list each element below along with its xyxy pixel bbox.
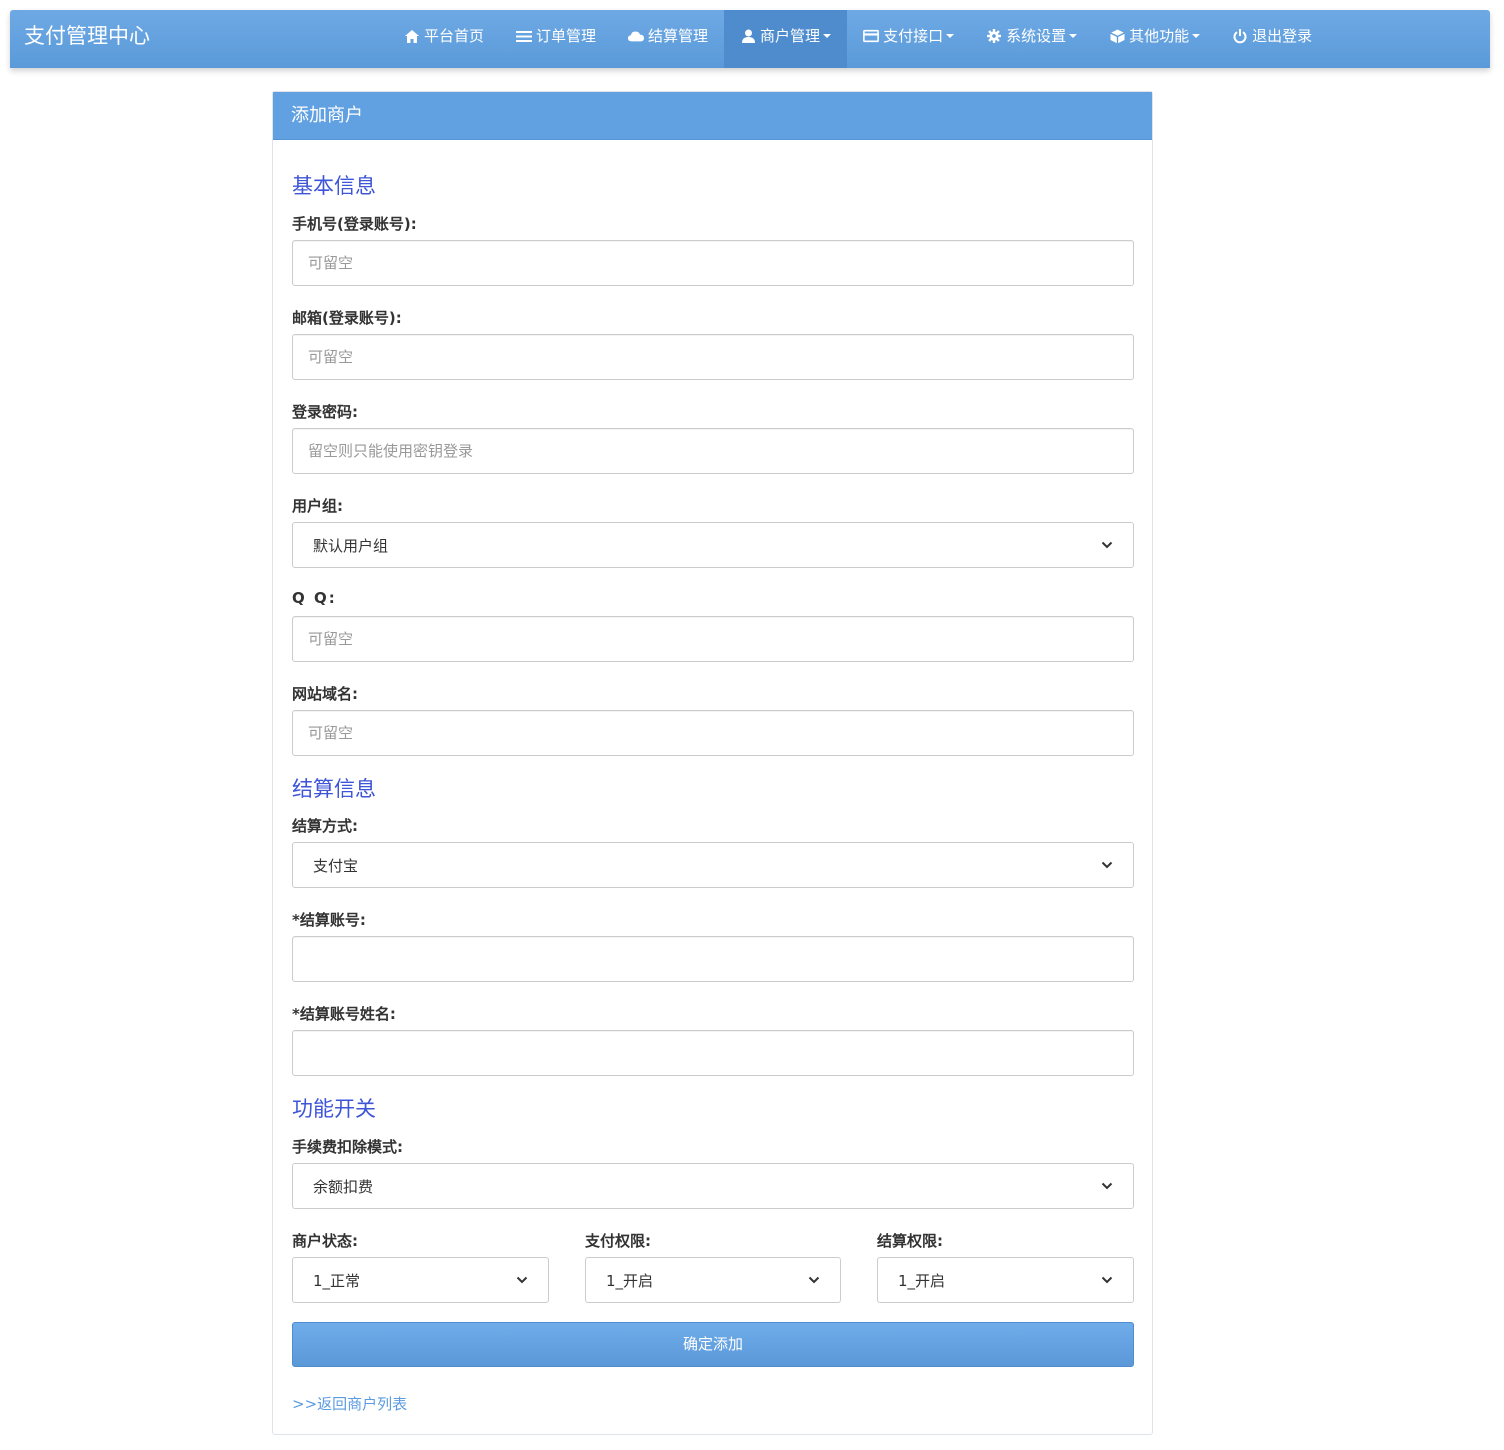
nav-item-merchants[interactable]: 商户管理 [724,10,848,68]
pay-permission-value: 1_开启 [606,1271,654,1290]
user-group-value: 默认用户组 [313,536,389,555]
cloud-icon [628,28,645,44]
fee-mode-select[interactable]: 余额扣费 [292,1163,1134,1209]
chevron-down-icon [1101,861,1113,869]
qq-input[interactable] [292,616,1134,662]
email-label: 邮箱(登录账号): [292,309,402,327]
chevron-down-icon [1101,1182,1113,1190]
box-icon [1109,28,1125,44]
nav-label: 其他功能 [1129,27,1190,45]
nav-item-payment-api[interactable]: 支付接口 [847,10,970,62]
group-label: 用户组: [292,497,343,515]
back-to-merchant-list-link[interactable]: >>返回商户列表 [292,1393,407,1414]
phone-input[interactable] [292,240,1134,286]
qq-label: Q Q: [292,589,337,607]
merchant-status-value: 1_正常 [313,1271,361,1290]
card-icon [863,28,879,44]
user-icon [740,28,756,44]
settle-permission-select[interactable]: 1_开启 [877,1257,1134,1303]
settle-account-label: *结算账号: [292,911,366,929]
home-icon [404,28,420,44]
nav-label: 退出登录 [1252,27,1313,45]
brand-title[interactable]: 支付管理中心 [24,10,150,62]
confirm-add-button[interactable]: 确定添加 [292,1322,1134,1367]
chevron-down-icon [1101,1276,1113,1284]
section-title-features: 功能开关 [292,1097,376,1121]
list-icon [516,28,533,44]
power-icon [1232,28,1248,44]
panel-title: 添加商户 [273,92,1152,140]
nav-label: 支付接口 [883,27,944,45]
settle-account-input[interactable] [292,936,1134,982]
nav-label: 结算管理 [648,27,709,45]
nav-label: 平台首页 [424,27,485,45]
settle-permission-label: 结算权限: [877,1232,943,1250]
gear-icon [986,28,1002,44]
merchant-status-label: 商户状态: [292,1232,358,1250]
settle-method-value: 支付宝 [313,856,359,875]
pay-permission-label: 支付权限: [585,1232,651,1250]
nav-item-settlement[interactable]: 结算管理 [612,10,724,62]
main-nav: 平台首页 订单管理 结算管理 商户管理 支付接口 系统设置 其他功能 退出登录 [388,10,1328,68]
fee-mode-label: 手续费扣除模式: [292,1138,403,1156]
nav-item-other-functions[interactable]: 其他功能 [1093,10,1216,62]
settle-method-label: 结算方式: [292,817,358,835]
domain-label: 网站域名: [292,685,358,703]
user-group-select[interactable]: 默认用户组 [292,522,1134,568]
settle-name-input[interactable] [292,1030,1134,1076]
chevron-down-icon [808,1276,820,1284]
top-navbar: 支付管理中心 平台首页 订单管理 结算管理 商户管理 支付接口 系统设置 其他功… [10,10,1490,68]
nav-label: 系统设置 [1006,27,1067,45]
nav-item-logout[interactable]: 退出登录 [1216,10,1328,62]
nav-item-orders[interactable]: 订单管理 [500,10,612,62]
domain-input[interactable] [292,710,1134,756]
email-input[interactable] [292,334,1134,380]
settle-name-label: *结算账号姓名: [292,1005,396,1023]
fee-mode-value: 余额扣费 [313,1177,374,1196]
settle-permission-value: 1_开启 [898,1271,946,1290]
password-label: 登录密码: [292,403,358,421]
nav-label: 商户管理 [760,27,821,45]
merchant-status-select[interactable]: 1_正常 [292,1257,549,1303]
section-title-basic: 基本信息 [292,174,376,198]
chevron-down-icon [1101,541,1113,549]
nav-label: 订单管理 [536,27,597,45]
caret-down-icon [1069,34,1078,38]
section-title-settlement: 结算信息 [292,777,376,801]
caret-down-icon [1192,34,1201,38]
caret-down-icon [946,34,955,38]
pay-permission-select[interactable]: 1_开启 [585,1257,841,1303]
chevron-down-icon [516,1276,528,1284]
phone-label: 手机号(登录账号): [292,215,417,233]
nav-item-system-settings[interactable]: 系统设置 [970,10,1093,62]
settle-method-select[interactable]: 支付宝 [292,842,1134,888]
add-merchant-panel: 添加商户 基本信息 手机号(登录账号): 邮箱(登录账号): 登录密码: 用户组… [272,91,1153,1435]
password-input[interactable] [292,428,1134,474]
caret-down-icon [823,34,832,38]
nav-item-home[interactable]: 平台首页 [388,10,500,62]
